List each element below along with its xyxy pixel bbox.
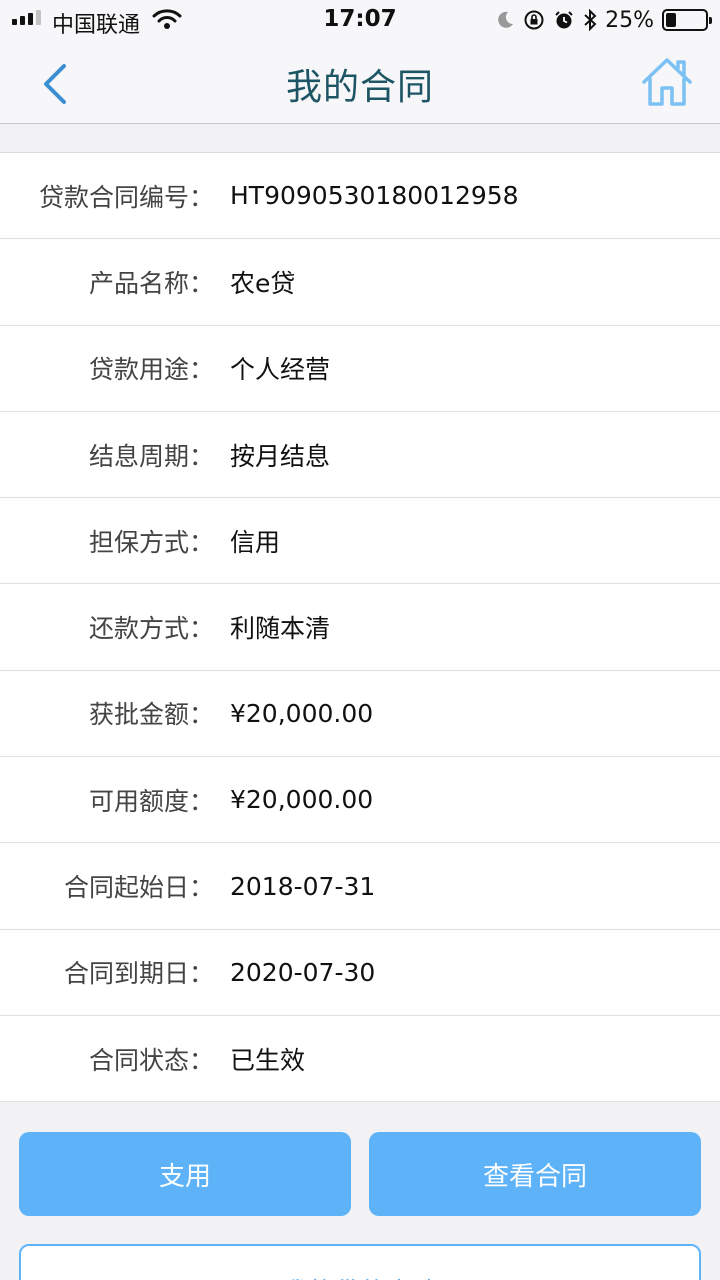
use-button[interactable]: 支用 bbox=[19, 1132, 351, 1216]
page-title: 我的合同 bbox=[285, 67, 434, 108]
contract-field-label: 贷款用途： bbox=[88, 355, 214, 385]
contract-details: 贷款合同编号： HT9090530180012958 产品名称： 农e贷贷款用途： 个人… bbox=[0, 152, 720, 1103]
rotation-lock-icon bbox=[524, 10, 544, 30]
contract-field-value: 按月结息 bbox=[230, 441, 331, 471]
contract-field-label: 可用额度： bbox=[88, 786, 214, 816]
contract-field-value: 利随本清 bbox=[230, 614, 331, 644]
contract-field-value: 信用 bbox=[230, 527, 281, 557]
moon-icon bbox=[498, 11, 514, 28]
contract-row: 可用额度： ¥20,000.00 bbox=[0, 757, 720, 844]
contract-field-label: 合同起始日： bbox=[63, 873, 214, 903]
contract-row: 担保方式： 信用 bbox=[0, 498, 720, 585]
contract-row: 合同状态： 已生效 bbox=[0, 1016, 720, 1103]
battery-percent: 25% bbox=[605, 7, 654, 33]
contract-field-value: ¥20,000.00 bbox=[230, 785, 374, 815]
contract-field-value: 农e贷 bbox=[230, 268, 296, 298]
contract-field-label: 合同状态： bbox=[88, 1045, 214, 1075]
contract-field-value: ¥20,000.00 bbox=[230, 698, 374, 728]
home-icon[interactable] bbox=[640, 56, 694, 108]
contract-field-label: 合同到期日： bbox=[63, 959, 214, 989]
contract-row: 贷款用途： 个人经营 bbox=[0, 326, 720, 412]
contract-field-value: 2018-07-31 bbox=[230, 871, 376, 901]
contract-field-label: 获批金额： bbox=[88, 700, 214, 730]
contract-row: 还款方式： 利随本清 bbox=[0, 584, 720, 671]
status-bar: 中国联通 17:07 25% bbox=[0, 0, 720, 40]
contract-field-value: HT9090530180012958 bbox=[230, 181, 519, 211]
view-contract-button[interactable]: 查看合同 bbox=[369, 1132, 701, 1216]
alarm-icon bbox=[555, 11, 573, 29]
my-loan-application-button[interactable]: 我的贷款申请 bbox=[19, 1244, 701, 1280]
contract-field-label: 产品名称： bbox=[88, 268, 214, 298]
contract-field-value: 2020-07-30 bbox=[230, 957, 376, 987]
contract-row: 贷款合同编号： HT9090530180012958 bbox=[0, 153, 720, 240]
contract-field-label: 担保方式： bbox=[88, 527, 214, 557]
my-loan-application-label: 我的贷款申请 bbox=[282, 1272, 438, 1280]
contract-field-value: 个人经营 bbox=[230, 355, 331, 385]
contract-field-value: 已生效 bbox=[230, 1045, 306, 1075]
contract-row: 产品名称： 农e贷 bbox=[0, 239, 720, 326]
contract-row: 获批金额： ¥20,000.00 bbox=[0, 671, 720, 758]
contract-field-label: 结息周期： bbox=[88, 441, 214, 471]
contract-field-label: 还款方式： bbox=[88, 614, 214, 644]
nav-bar: 我的合同 bbox=[0, 40, 720, 124]
contract-field-label: 贷款合同编号： bbox=[38, 182, 214, 212]
contract-row: 合同到期日： 2020-07-30 bbox=[0, 930, 720, 1016]
contract-row: 合同起始日： 2018-07-31 bbox=[0, 843, 720, 930]
battery-icon bbox=[662, 9, 712, 31]
contract-row: 结息周期： 按月结息 bbox=[0, 412, 720, 499]
bluetooth-icon bbox=[584, 9, 597, 31]
